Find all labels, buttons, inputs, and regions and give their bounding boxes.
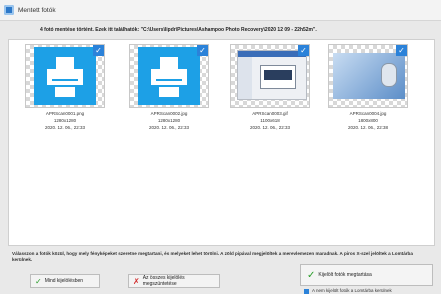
file-thumbnail[interactable]: ✓ — [129, 44, 209, 108]
file-item[interactable]: ✓ APRScan0002.jpg 1280x1280 2020. 12. 06… — [129, 44, 209, 131]
file-item[interactable]: ✓ APRScan0003.gif 1100x618 2020. 12. 06.… — [230, 44, 310, 131]
checkmark-icon[interactable]: ✓ — [93, 45, 104, 56]
file-name: APRScan0004.jpg — [349, 111, 387, 116]
file-thumbnail[interactable]: ✓ — [328, 44, 408, 108]
window-titlebar: Mentett fotók — [0, 0, 441, 21]
checkmark-icon[interactable]: ✓ — [197, 45, 208, 56]
option-label: A nem kijelölt fotók a Lomtárba kerülnek — [312, 288, 392, 293]
keep-selected-label: Kijelölt fotók megtartása — [318, 272, 372, 278]
file-date: 2020. 12. 06., 22:38 — [347, 125, 389, 130]
option-checkbox[interactable] — [304, 289, 309, 294]
info-bar: 4 fotó mentése történt. Ezek itt találha… — [0, 21, 441, 39]
file-item[interactable]: ✓ APRScan0001.png 1280x1280 2020. 12. 06… — [25, 44, 105, 131]
photo-preview — [333, 53, 405, 99]
file-dimensions: 1280x1280 — [53, 118, 77, 123]
checkmark-icon[interactable]: ✓ — [298, 45, 309, 56]
file-date: 2020. 12. 06., 22:33 — [249, 125, 291, 130]
option-row[interactable]: A nem kijelölt fotók a Lomtárba kerülnek — [300, 288, 433, 294]
file-thumbnail[interactable]: ✓ — [25, 44, 105, 108]
mouse-icon — [381, 63, 397, 87]
file-item[interactable]: ✓ APRScan0004.jpg 1800x800 2020. 12. 06.… — [328, 44, 408, 131]
file-name: APRScan0003.gif — [252, 111, 288, 116]
file-dimensions: 1280x1280 — [157, 118, 181, 123]
checkmark-icon[interactable]: ✓ — [396, 45, 407, 56]
info-message: 4 fotó mentése történt. Ezek itt találha… — [40, 27, 317, 33]
select-all-button[interactable]: ✓ Mind kijelölésben — [30, 274, 100, 288]
recovered-files-grid: ✓ APRScan0001.png 1280x1280 2020. 12. 06… — [8, 39, 435, 246]
checkmark-icon: ✓ — [307, 269, 316, 281]
instructions-text: Válasszon a fotók közül, hogy mely fényk… — [12, 251, 413, 263]
window-title: Mentett fotók — [18, 6, 56, 14]
select-all-label: Mind kijelölésben — [44, 278, 84, 284]
keep-selected-button[interactable]: ✓ Kijelölt fotók megtartása — [300, 264, 433, 286]
deselect-all-button[interactable]: ✗ Az összes kijelölés megszüntetése — [128, 274, 220, 288]
file-date: 2020. 12. 06., 22:33 — [44, 125, 86, 130]
file-dimensions: 1100x618 — [260, 118, 280, 123]
file-name: APRScan0002.jpg — [150, 111, 188, 116]
printer-icon — [34, 47, 96, 105]
file-name: APRScan0001.png — [45, 111, 85, 116]
deselect-all-label: Az összes kijelölés megszüntetése — [142, 275, 185, 287]
file-thumbnail[interactable]: ✓ — [230, 44, 310, 108]
file-dimensions: 1800x800 — [358, 118, 378, 123]
printer-icon — [138, 47, 200, 105]
app-icon — [4, 5, 14, 15]
file-date: 2020. 12. 06., 22:33 — [148, 125, 190, 130]
checkmark-icon: ✓ — [35, 276, 42, 286]
x-icon: ✗ — [133, 276, 140, 286]
screenshot-preview — [237, 50, 307, 100]
